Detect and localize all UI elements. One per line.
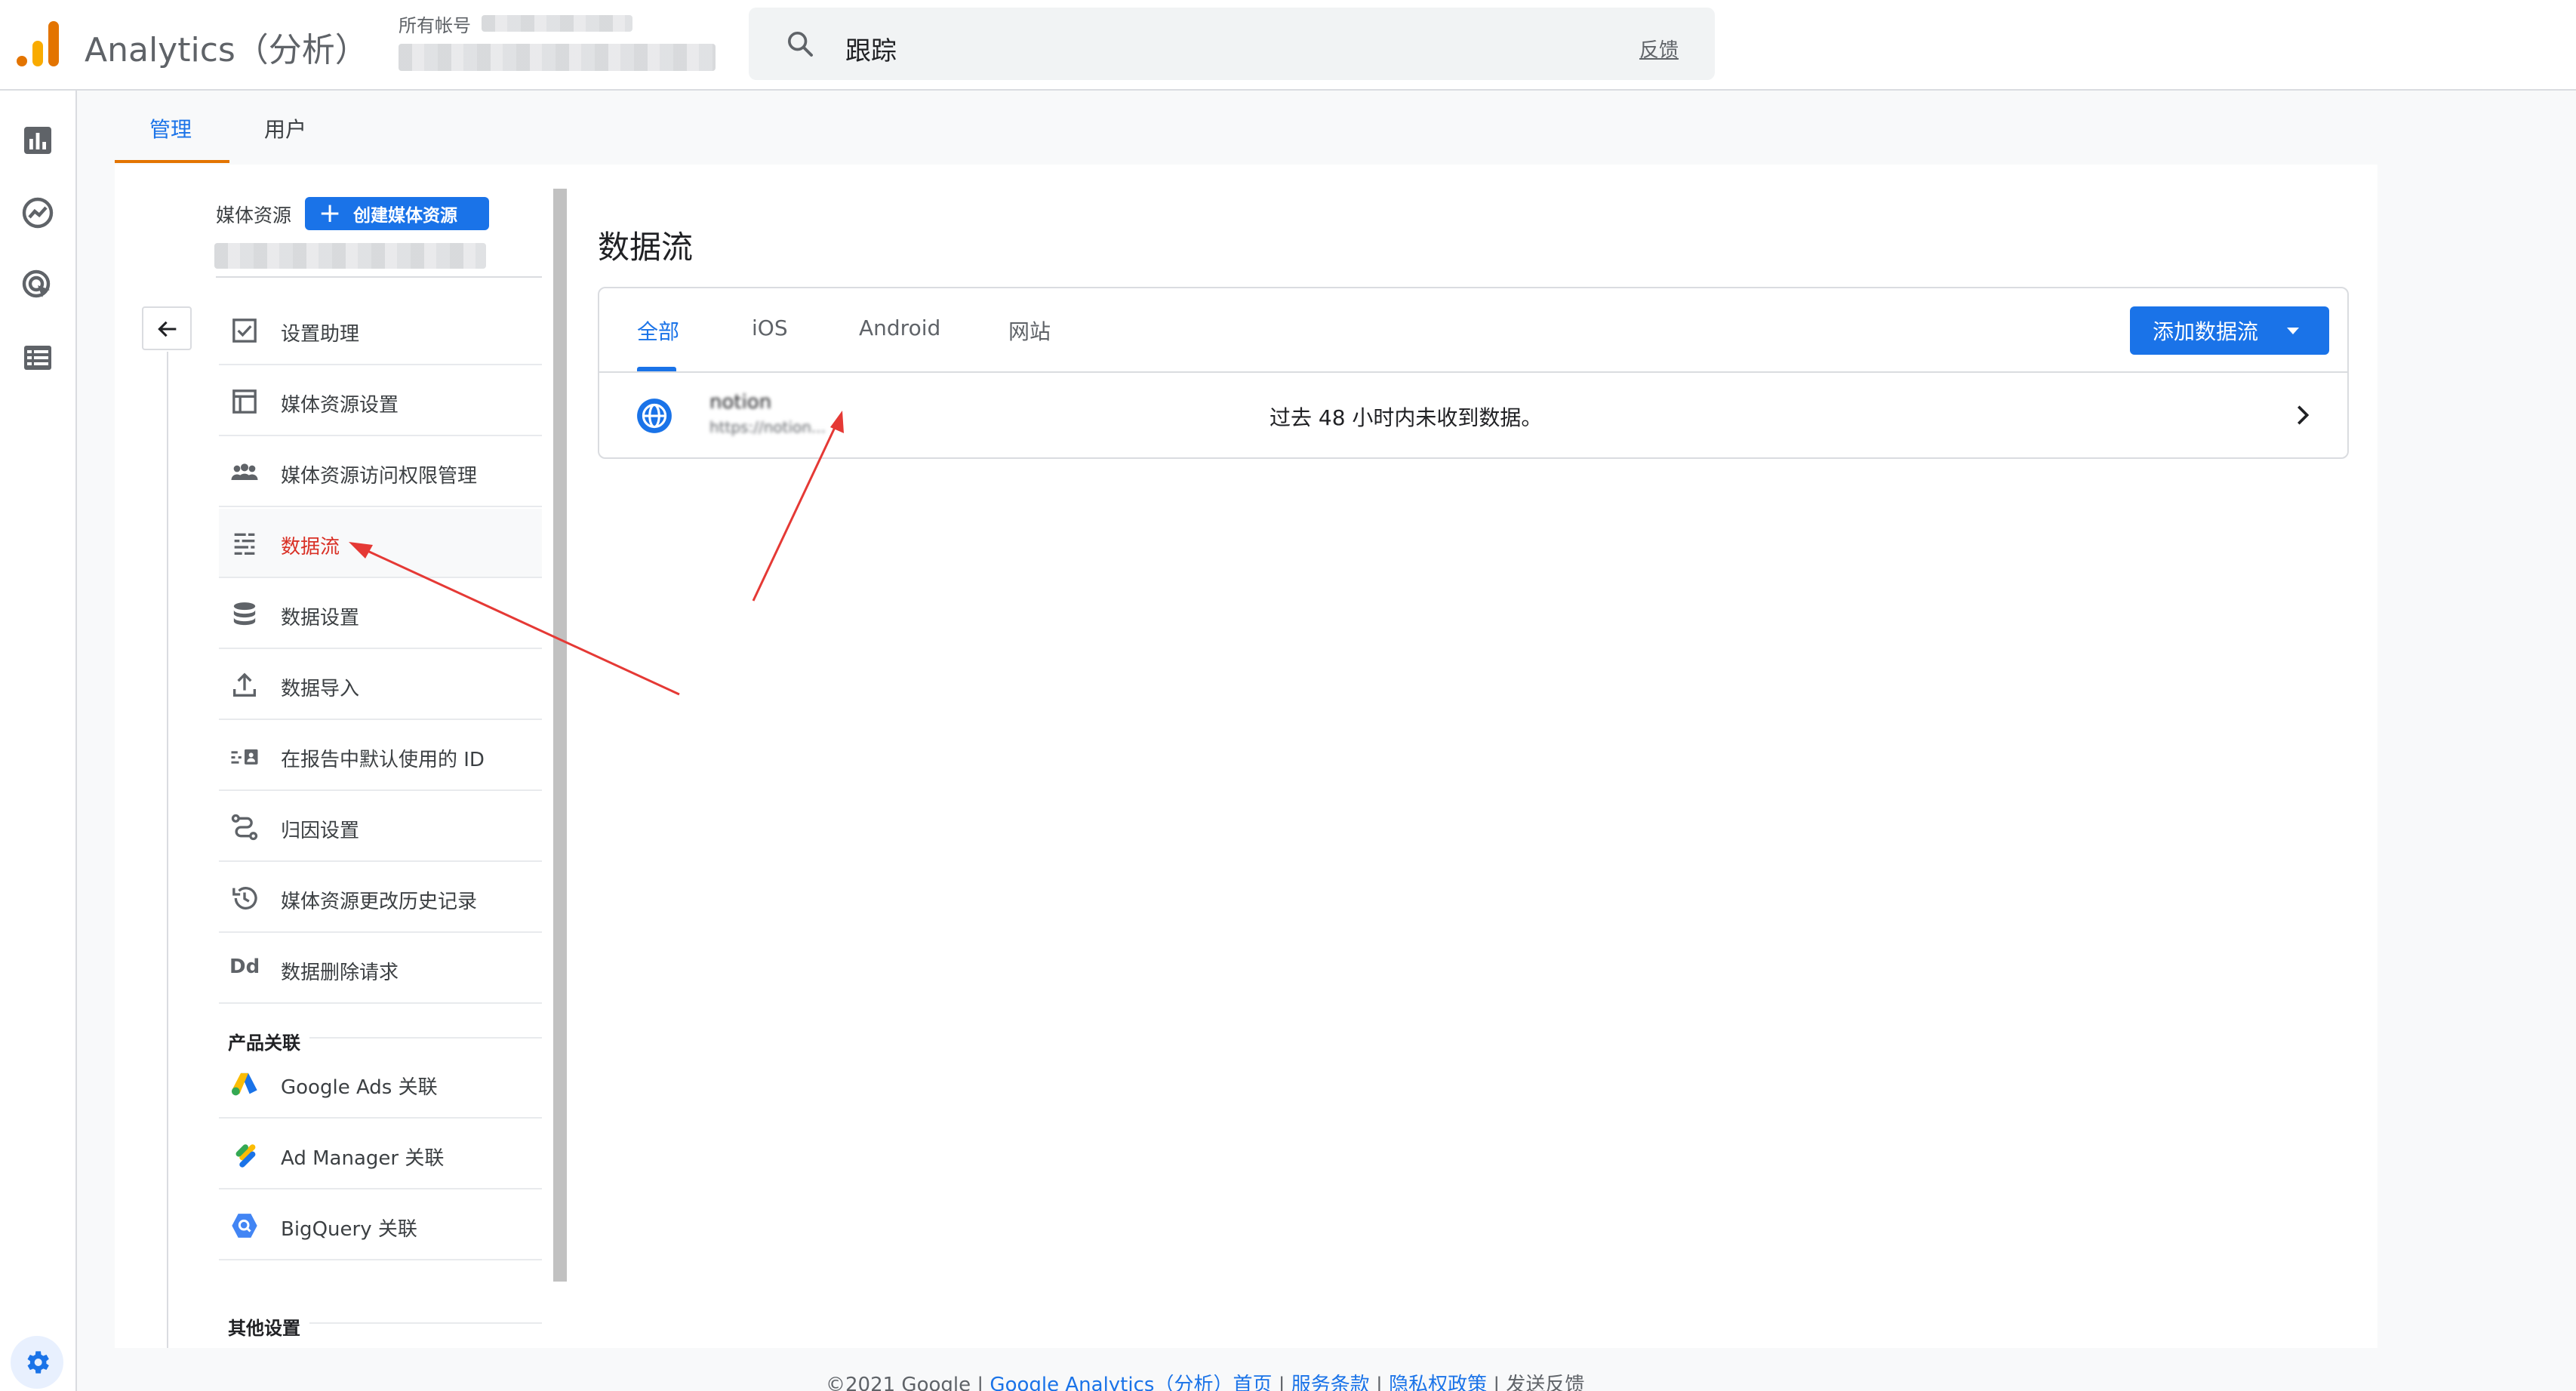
- menu-item-reporting-identity[interactable]: 在报告中默认使用的 ID: [219, 722, 542, 791]
- admin-settings-button[interactable]: [11, 1336, 63, 1389]
- tree-line: [167, 352, 168, 1348]
- tab-all[interactable]: 全部: [637, 315, 679, 346]
- redacted-property-name[interactable]: [214, 243, 486, 269]
- menu-item-label: 媒体资源设置: [281, 394, 399, 417]
- create-property-label: 创建媒体资源: [353, 206, 457, 226]
- analytics-logo-icon[interactable]: [17, 21, 59, 66]
- menu-item-label: Ad Manager 关联: [281, 1147, 445, 1170]
- globe-icon: [637, 399, 672, 433]
- footer-feedback[interactable]: 发送反馈: [1506, 1374, 1584, 1391]
- menu-item-label: 归因设置: [281, 820, 360, 842]
- layout-icon: [232, 389, 257, 414]
- upload-icon: [233, 672, 256, 697]
- streams-icon: [234, 533, 255, 555]
- account-label: 所有帐号: [399, 15, 471, 36]
- tab-ios[interactable]: iOS: [752, 315, 788, 340]
- left-nav-rail: [0, 91, 77, 1391]
- menu-item-bigquery-link[interactable]: BigQuery 关联: [219, 1191, 542, 1260]
- chevron-right-icon[interactable]: [2290, 400, 2316, 430]
- account-selector[interactable]: 所有帐号: [399, 11, 723, 78]
- menu-item-label: 设置助理: [281, 323, 360, 346]
- scrollbar[interactable]: [553, 189, 567, 1282]
- admin-tab-indicator: [115, 160, 229, 163]
- redacted-account: [482, 15, 632, 32]
- menu-item-label: 媒体资源访问权限管理: [281, 465, 478, 488]
- search-icon: [788, 32, 813, 57]
- section-divider: [309, 1322, 542, 1324]
- menu-item-label: BigQuery 关联: [281, 1218, 417, 1241]
- section-divider: [309, 1037, 542, 1039]
- property-divider: [216, 276, 542, 278]
- bar-chart-icon[interactable]: [20, 122, 56, 158]
- tab-admin[interactable]: 管理: [149, 113, 192, 143]
- app-title: Analytics（分析）: [85, 31, 368, 69]
- tab-android[interactable]: Android: [859, 315, 940, 340]
- back-button[interactable]: [142, 306, 192, 350]
- footer: ©2021 Google | Google Analytics（分析）首页 | …: [826, 1369, 1584, 1391]
- search-bar[interactable]: 跟踪 反馈: [749, 8, 1715, 80]
- menu-item-access-management[interactable]: 媒体资源访问权限管理: [219, 438, 542, 507]
- menu-item-data-deletion[interactable]: Dd 数据删除请求: [219, 934, 542, 1004]
- list-icon[interactable]: [20, 340, 56, 376]
- id-icon: [231, 749, 258, 765]
- menu-item-data-settings[interactable]: 数据设置: [219, 580, 542, 649]
- add-stream-label: 添加数据流: [2153, 319, 2259, 344]
- search-input[interactable]: 跟踪: [845, 30, 897, 67]
- menu-item-label: 在报告中默认使用的 ID: [281, 749, 485, 771]
- ad-manager-icon: [235, 1144, 256, 1168]
- tab-users[interactable]: 用户: [264, 113, 306, 143]
- create-property-button[interactable]: + 创建媒体资源: [305, 197, 489, 230]
- dd-icon: Dd: [229, 956, 260, 978]
- menu-item-setup-assistant[interactable]: 设置助理: [219, 296, 542, 365]
- menu-item-label: 媒体资源更改历史记录: [281, 891, 478, 913]
- bigquery-icon: [232, 1214, 257, 1238]
- arrow-back-icon: [158, 321, 177, 337]
- menu-item-data-import[interactable]: 数据导入: [219, 651, 542, 720]
- menu-item-change-history[interactable]: 媒体资源更改历史记录: [219, 863, 542, 933]
- menu-item-label: Google Ads 关联: [281, 1076, 438, 1099]
- stream-name: notion: [709, 391, 772, 414]
- stream-url: https://notion...: [709, 418, 826, 436]
- google-ads-icon: [232, 1072, 257, 1096]
- property-label: 媒体资源: [216, 205, 292, 226]
- menu-item-google-ads-link[interactable]: Google Ads 关联: [219, 1049, 542, 1119]
- database-icon: [233, 602, 256, 626]
- plus-icon: +: [319, 198, 342, 229]
- explore-icon[interactable]: [20, 195, 56, 231]
- menu-item-label: 数据流: [281, 536, 340, 559]
- menu-item-label: 数据删除请求: [281, 962, 399, 984]
- top-bar: Analytics（分析） 所有帐号 跟踪 反馈: [0, 0, 2576, 91]
- people-icon: [231, 463, 258, 480]
- attribution-icon: [231, 814, 258, 841]
- menu-item-property-settings[interactable]: 媒体资源设置: [219, 367, 542, 436]
- tab-web[interactable]: 网站: [1008, 315, 1051, 346]
- history-icon: [232, 887, 257, 910]
- checkbox-icon: [232, 319, 257, 343]
- target-icon[interactable]: [20, 267, 56, 303]
- footer-copyright: ©2021 Google: [826, 1374, 971, 1391]
- menu-item-attribution-settings[interactable]: 归因设置: [219, 792, 542, 862]
- footer-link-terms[interactable]: 服务条款: [1291, 1374, 1370, 1391]
- menu-item-ad-manager-link[interactable]: Ad Manager 关联: [219, 1120, 542, 1189]
- menu-item-label: 数据导入: [281, 678, 360, 700]
- other-settings-heading: 其他设置: [228, 1318, 300, 1339]
- stream-status: 过去 48 小时内未收到数据。: [1270, 405, 1543, 430]
- stream-row[interactable]: notion https://notion... 过去 48 小时内未收到数据。: [599, 373, 2347, 457]
- menu-item-data-streams[interactable]: 数据流: [219, 509, 542, 578]
- streams-panel: 全部 iOS Android 网站 添加数据流 notion https://n…: [598, 287, 2349, 459]
- gear-icon: [27, 1351, 49, 1374]
- redacted-property: [399, 44, 716, 71]
- footer-link-home[interactable]: Google Analytics（分析）首页: [989, 1374, 1272, 1391]
- footer-link-privacy[interactable]: 隐私权政策: [1389, 1374, 1487, 1391]
- caret-down-icon: [2287, 328, 2299, 334]
- search-feedback-link[interactable]: 反馈: [1639, 35, 1679, 63]
- add-stream-button[interactable]: 添加数据流: [2130, 306, 2329, 355]
- page-title: 数据流: [598, 229, 694, 266]
- menu-item-label: 数据设置: [281, 607, 360, 629]
